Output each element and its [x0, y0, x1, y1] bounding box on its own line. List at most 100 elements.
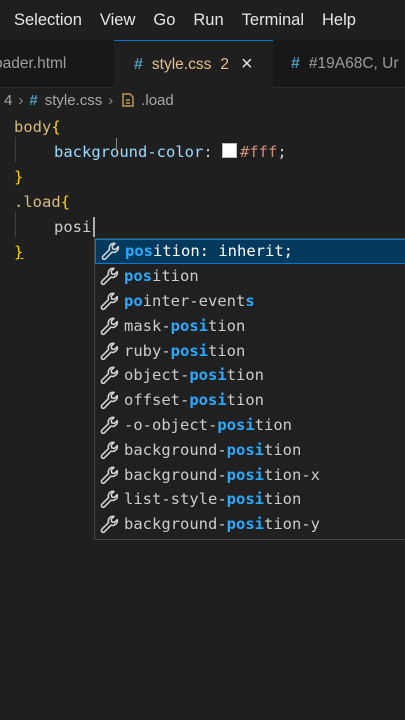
- css-selector: .load: [14, 193, 61, 211]
- suggestion-text: ition: inherit;: [153, 242, 293, 261]
- menu-terminal[interactable]: Terminal: [242, 11, 304, 30]
- suggestion-text: offset-: [124, 391, 190, 410]
- suggestion-label: ruby-position: [124, 342, 245, 360]
- close-brace: }: [14, 243, 24, 261]
- suggestion-label: -o-object-position: [124, 416, 292, 434]
- suggestion-item[interactable]: position: inherit;: [95, 239, 405, 264]
- suggestion-text: inter-event: [142, 291, 246, 310]
- match-highlight: posi: [189, 366, 227, 385]
- wrench-icon: [100, 317, 119, 335]
- match-highlight: po: [124, 291, 143, 310]
- indent-guide: [15, 212, 16, 237]
- tab-label: oader.html: [0, 54, 67, 72]
- suggestion-item[interactable]: background-position: [95, 437, 405, 462]
- color-swatch-icon[interactable]: [221, 143, 237, 158]
- code-line-2: background-color: #fff;: [54, 140, 287, 165]
- autocomplete-suggestions: position: inherit; position pointer-events…: [94, 238, 405, 540]
- menu-bar: Selection View Go Run Terminal Help: [0, 0, 405, 40]
- editor-tab-bar: oader.html # style.css 2 × # #19A68C, Ur: [0, 40, 405, 88]
- match-highlight: posi: [226, 490, 264, 509]
- css-file-icon: #: [291, 54, 300, 72]
- suggestion-text: ition: [152, 267, 199, 286]
- suggestion-text: tion: [226, 366, 264, 385]
- open-brace: {: [60, 193, 71, 211]
- css-property: background-color: [54, 143, 204, 161]
- wrench-icon: [100, 515, 119, 534]
- chevron-right-icon: ›: [108, 91, 114, 109]
- match-highlight: pos: [125, 242, 153, 261]
- match-highlight: posi: [170, 341, 208, 360]
- css-file-icon: #: [134, 55, 143, 73]
- suggestion-text: list-style-: [124, 490, 227, 509]
- suggestion-item[interactable]: position: [95, 264, 405, 289]
- suggestion-label: offset-position: [124, 391, 264, 409]
- open-brace: {: [51, 118, 61, 136]
- suggestion-text: tion: [208, 316, 246, 335]
- suggestion-label: pointer-events: [124, 292, 255, 310]
- semicolon: ;: [277, 143, 287, 161]
- suggestion-item[interactable]: ruby-position: [95, 338, 405, 363]
- suggestion-text: object-: [124, 366, 190, 385]
- tab-loader-html[interactable]: oader.html: [0, 40, 114, 87]
- css-rule-icon: [122, 93, 134, 107]
- code-line-5: posi: [54, 215, 91, 240]
- menu-run[interactable]: Run: [193, 11, 223, 30]
- tab-label: style.css: [151, 55, 212, 73]
- code-line-1: body{: [14, 115, 61, 140]
- text-cursor: [93, 217, 95, 237]
- suggestion-label: object-position: [124, 366, 264, 384]
- wrench-icon: [100, 416, 119, 435]
- suggestion-text: background-: [124, 465, 227, 484]
- suggestion-item[interactable]: mask-position: [95, 313, 405, 338]
- suggestion-item[interactable]: list-style-position: [95, 487, 405, 512]
- suggestion-item[interactable]: -o-object-position: [95, 413, 405, 438]
- suggestion-label: background-position-x: [124, 466, 320, 484]
- suggestion-label: position: [124, 267, 199, 285]
- wrench-icon: [100, 490, 119, 509]
- code-line-6: }: [14, 240, 23, 265]
- mouse-pointer: [116, 138, 117, 152]
- code-line-4: .load{: [14, 190, 70, 215]
- suggestion-item[interactable]: background-position-y: [95, 512, 405, 537]
- wrench-icon: [100, 466, 119, 484]
- match-highlight: posi: [226, 465, 264, 484]
- suggestion-item[interactable]: object-position: [95, 363, 405, 388]
- suggestion-label: position: inherit;: [125, 242, 293, 260]
- menu-view[interactable]: View: [100, 11, 135, 30]
- suggestion-item[interactable]: background-position-x: [95, 462, 405, 487]
- match-highlight: pos: [124, 267, 152, 286]
- suggestion-label: mask-position: [124, 317, 245, 335]
- breadcrumb-symbol[interactable]: .load: [141, 92, 174, 109]
- suggestion-item[interactable]: pointer-events: [95, 289, 405, 314]
- suggestion-text: ruby-: [124, 341, 171, 360]
- suggestion-text: tion: [208, 341, 246, 360]
- suggestion-text: tion-x: [263, 465, 320, 484]
- wrench-icon: [101, 242, 120, 261]
- suggestion-item[interactable]: offset-position: [95, 388, 405, 413]
- suggestion-text: tion-y: [263, 515, 320, 534]
- menu-help[interactable]: Help: [322, 11, 356, 30]
- breadcrumb-folder[interactable]: 4: [4, 92, 12, 109]
- wrench-icon: [100, 292, 119, 311]
- suggestion-text: background-: [124, 515, 227, 534]
- tab-color-file[interactable]: # #19A68C, Ur: [273, 40, 405, 87]
- menu-go[interactable]: Go: [153, 11, 175, 30]
- suggestion-text: tion: [263, 490, 302, 509]
- code-line-3: }: [14, 165, 23, 190]
- chevron-right-icon: ›: [18, 91, 24, 109]
- match-highlight: posi: [217, 415, 255, 434]
- css-selector: body: [14, 118, 52, 136]
- suggestion-text: -o-object-: [124, 415, 218, 434]
- typed-text: posi: [54, 218, 92, 236]
- menu-selection[interactable]: Selection: [14, 11, 82, 30]
- breadcrumb-file[interactable]: style.css: [45, 92, 103, 109]
- match-highlight: s: [245, 291, 255, 310]
- breadcrumb: 4 › # style.css › .load: [0, 88, 405, 112]
- colon: :: [203, 143, 222, 161]
- wrench-icon: [100, 342, 119, 360]
- tab-style-css[interactable]: # style.css 2 ×: [114, 40, 273, 88]
- close-icon[interactable]: ×: [241, 53, 253, 76]
- match-highlight: posi: [226, 440, 264, 459]
- match-highlight: posi: [226, 515, 264, 534]
- css-value: #fff: [239, 143, 278, 161]
